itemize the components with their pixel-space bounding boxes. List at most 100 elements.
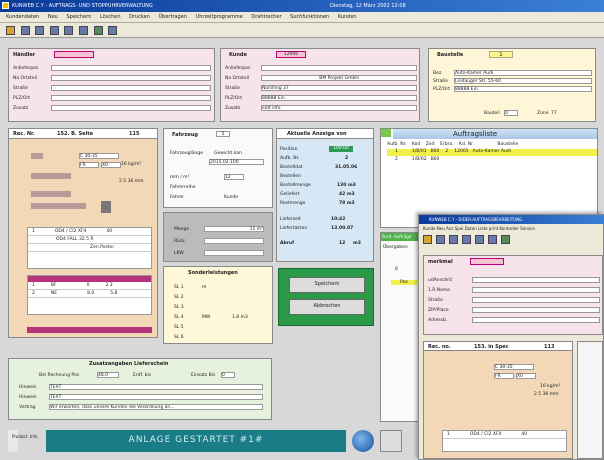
- filter-icon[interactable]: [380, 430, 402, 452]
- menu-item[interactable]: Neu: [48, 14, 58, 20]
- save-icon[interactable]: [49, 26, 59, 35]
- merkmal-field[interactable]: [470, 258, 504, 265]
- hinweis-field[interactable]: TEXT: [49, 394, 263, 400]
- menu-item[interactable]: Neu: [437, 226, 445, 231]
- second-menu: Kunde Neu Anz Spei Daten Liste print Kon…: [423, 226, 535, 231]
- rezept-field[interactable]: FR: [79, 162, 99, 168]
- rueck-field[interactable]: [204, 238, 264, 244]
- key-icon[interactable]: [108, 26, 118, 35]
- address-field[interactable]: [472, 297, 600, 303]
- label: Restmenge: [280, 201, 306, 206]
- table-row[interactable]: 2 1/B/02 B60: [387, 157, 597, 164]
- menu-item[interactable]: Kunden: [338, 14, 357, 20]
- address-field[interactable]: [472, 307, 600, 313]
- delete-icon[interactable]: [475, 235, 484, 244]
- menu-item[interactable]: Übertragen: [158, 14, 186, 20]
- baustelle-field[interactable]: 88888 Ein: [454, 86, 592, 92]
- copy-icon[interactable]: [93, 26, 103, 35]
- menu-item[interactable]: Kunde: [423, 226, 436, 231]
- kunde-field[interactable]: [261, 65, 417, 71]
- menu-item[interactable]: Spei: [455, 226, 464, 231]
- fahrzeug-no[interactable]: 5: [216, 131, 230, 137]
- menu-item[interactable]: Speichern: [66, 14, 91, 20]
- globe-icon[interactable]: [352, 430, 374, 452]
- lkw-field[interactable]: [204, 250, 264, 256]
- menu-item[interactable]: Uhrzeitprogramme: [196, 14, 243, 20]
- menu-item[interactable]: Drucken: [129, 14, 150, 20]
- print-icon[interactable]: [488, 235, 497, 244]
- address-field[interactable]: [472, 317, 600, 323]
- hinweis-field[interactable]: TEXT: [49, 384, 263, 390]
- haendler-field[interactable]: [51, 75, 211, 81]
- menu-item[interactable]: Daten: [465, 226, 477, 231]
- anzeige-value: 31.05.06: [335, 165, 358, 170]
- sonder-value: 1.8 m3: [232, 315, 248, 320]
- baustelle-field[interactable]: Auto-Kamer Audi: [454, 70, 592, 76]
- baustelle-field[interactable]: Lindauger Str. 55-60: [454, 78, 592, 84]
- fahrzeug-field[interactable]: 2015.02.100: [209, 159, 264, 165]
- haendler-field[interactable]: [51, 85, 211, 91]
- kunde-code[interactable]: 12006: [276, 51, 306, 58]
- fahrzeug-field[interactable]: 12: [224, 174, 244, 180]
- baustelle-code[interactable]: 1: [489, 51, 513, 58]
- search-icon[interactable]: [35, 26, 45, 35]
- table-row[interactable]: Zen.Poster: [28, 244, 152, 252]
- menge-field[interactable]: 11 m³: [204, 226, 264, 232]
- menu-item[interactable]: Liste: [478, 226, 487, 231]
- rezept-field[interactable]: C 30-35: [494, 364, 534, 370]
- table-row[interactable]: 1 OD4 / CI2 XF4 40: [443, 431, 566, 439]
- open-icon[interactable]: [20, 26, 30, 35]
- zusatz-field[interactable]: 48.0: [97, 372, 119, 378]
- cancel-button[interactable]: Abbrechen: [289, 299, 365, 315]
- menu-item[interactable]: Service: [520, 226, 535, 231]
- kunde-field[interactable]: 88888 Ein: [261, 95, 417, 101]
- vertrag-field[interactable]: Wir erwarten, dass unsere Kunden die Ver…: [49, 404, 263, 410]
- table-row[interactable]: 1 OD4 / CI2 XF4 40: [28, 228, 151, 236]
- menu-item[interactable]: Löschen: [100, 14, 121, 20]
- label: Abruf: [280, 241, 295, 246]
- address-field[interactable]: [472, 277, 600, 283]
- rezept-field[interactable]: X0: [101, 162, 121, 168]
- menu-item[interactable]: Drahtrecher: [251, 14, 281, 20]
- rezept-field[interactable]: FR: [494, 373, 514, 379]
- bauteil-field[interactable]: 0: [504, 110, 518, 116]
- menu-item[interactable]: print: [489, 226, 498, 231]
- delete-icon[interactable]: [64, 26, 74, 35]
- second-window: KUNWEB C.Y - DIDER-AUFTRAGSBEARBEITUNG K…: [418, 214, 604, 460]
- swatch-icon: [31, 153, 43, 159]
- haendler-field[interactable]: [51, 95, 211, 101]
- kunde-field[interactable]: Nordring 37: [261, 85, 417, 91]
- table-row[interactable]: 1 1/B/01 B60 2 12005 Auto-Kamer Audi: [387, 149, 597, 156]
- kunde-field[interactable]: BM Projekt GmbH: [261, 75, 417, 81]
- haendler-code[interactable]: [54, 51, 94, 58]
- copy-icon[interactable]: [501, 235, 510, 244]
- menu-item[interactable]: Anz: [446, 226, 453, 231]
- print-icon[interactable]: [78, 26, 88, 35]
- label: Straße: [13, 86, 28, 91]
- save-icon[interactable]: [462, 235, 471, 244]
- table-row[interactable]: OD4 FALL 32.5 R: [28, 236, 151, 244]
- address-field[interactable]: [472, 287, 600, 293]
- label: Na Ortsteil: [13, 76, 38, 81]
- edit-icon[interactable]: [423, 235, 432, 244]
- zusatz-field[interactable]: 0: [221, 372, 235, 378]
- label: PLZ/Ort: [433, 87, 450, 92]
- table-row[interactable]: 1 BF 0 2.3: [28, 282, 151, 290]
- rezept-field[interactable]: X0: [516, 373, 536, 379]
- open-icon[interactable]: [436, 235, 445, 244]
- posit-tab[interactable]: Übergaben: [383, 245, 408, 250]
- label: SL 2: [174, 295, 184, 300]
- kunde-field[interactable]: edit info: [261, 105, 417, 111]
- save-button[interactable]: Speichern: [289, 277, 365, 293]
- haendler-field[interactable]: [51, 65, 211, 71]
- slider-icon[interactable]: [101, 201, 111, 213]
- rezept-field[interactable]: C 30-35: [79, 153, 119, 159]
- menu-item[interactable]: Suchfunktionen: [290, 14, 329, 20]
- table-row[interactable]: 2 NE 8.0 5.8: [28, 290, 151, 298]
- menu-item[interactable]: Kundendaten: [6, 14, 39, 20]
- haendler-field[interactable]: [51, 105, 211, 111]
- kunde-title: Kunde: [229, 52, 247, 58]
- menu-item[interactable]: Kontroller: [499, 226, 518, 231]
- edit-icon[interactable]: [6, 26, 15, 35]
- search-icon[interactable]: [449, 235, 458, 244]
